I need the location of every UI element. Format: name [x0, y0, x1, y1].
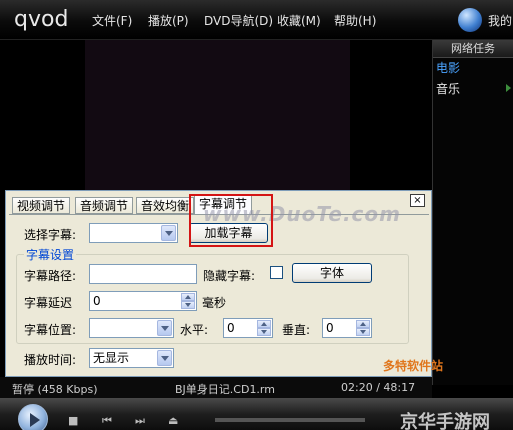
- chevron-down-icon[interactable]: [161, 225, 176, 241]
- file-name: BJ单身日记.CD1.rm: [175, 383, 275, 396]
- menu-bar: qvod 文件(F) 播放(P) DVD导航(D) 收藏(M) 帮助(H) 我的: [0, 0, 513, 40]
- vertical-stepper[interactable]: 0: [322, 318, 372, 338]
- subtitle-path-input[interactable]: [89, 264, 197, 284]
- play-button[interactable]: [18, 404, 48, 430]
- tab-video[interactable]: 视频调节: [12, 197, 71, 214]
- menu-help[interactable]: 帮助(H): [334, 12, 376, 29]
- playtime-value: 无显示: [93, 351, 130, 365]
- chevron-down-icon[interactable]: [157, 320, 172, 336]
- next-icon[interactable]: ⏭: [135, 414, 145, 428]
- stop-icon[interactable]: ■: [68, 414, 78, 427]
- horizontal-stepper[interactable]: 0: [223, 318, 273, 338]
- path-label: 字幕路径:: [24, 269, 77, 283]
- playtime-dropdown[interactable]: 无显示: [89, 348, 174, 368]
- expand-arrow-icon[interactable]: [506, 84, 511, 92]
- time-readout: 02:20 / 48:17: [341, 381, 416, 394]
- close-icon[interactable]: ×: [410, 194, 425, 207]
- chevron-down-icon[interactable]: [157, 350, 172, 366]
- playtime-label: 播放时间:: [24, 353, 77, 367]
- font-button[interactable]: 字体: [292, 263, 372, 283]
- delay-stepper[interactable]: 0: [89, 291, 197, 311]
- corner-watermark: 京华手游网: [400, 412, 490, 430]
- globe-icon[interactable]: [458, 8, 482, 32]
- status-bar: 暂停 (458 Kbps) BJ单身日记.CD1.rm 02:20 / 48:1…: [0, 377, 432, 398]
- position-label: 字幕位置:: [24, 323, 77, 337]
- tab-audio[interactable]: 音频调节: [75, 197, 134, 214]
- video-area[interactable]: [0, 40, 430, 190]
- menu-play[interactable]: 播放(P): [148, 12, 189, 29]
- subtitle-settings-dialog: 视频调节 音频调节 音效均衡 字幕调节 www.DuoTe.com × 选择字幕…: [5, 190, 432, 377]
- seek-bar[interactable]: [215, 418, 365, 422]
- horizontal-value: 0: [227, 321, 235, 335]
- menu-file[interactable]: 文件(F): [92, 12, 132, 29]
- highlight-box: [189, 194, 273, 247]
- menu-dvd[interactable]: DVD导航(D): [204, 12, 273, 29]
- group-title: 字幕设置: [24, 246, 77, 263]
- app-logo: qvod: [14, 7, 69, 32]
- tab-equalizer[interactable]: 音效均衡: [136, 197, 195, 214]
- vertical-spin[interactable]: [356, 320, 370, 336]
- my-account-link[interactable]: 我的: [488, 12, 512, 29]
- delay-value: 0: [93, 294, 101, 308]
- vertical-label: 垂直:: [282, 323, 311, 337]
- position-dropdown[interactable]: [89, 318, 174, 338]
- video-frame: [85, 40, 350, 190]
- delay-spin[interactable]: [181, 293, 195, 309]
- hide-subtitle-label: 隐藏字幕:: [203, 269, 256, 283]
- vertical-value: 0: [326, 321, 334, 335]
- playback-status: 暂停 (458 Kbps): [12, 383, 98, 396]
- select-subtitle-dropdown[interactable]: [89, 223, 178, 243]
- horizontal-label: 水平:: [180, 323, 209, 337]
- horizontal-spin[interactable]: [257, 320, 271, 336]
- panel-title: 网络任务: [433, 40, 513, 58]
- select-subtitle-label: 选择字幕:: [24, 228, 77, 242]
- hide-subtitle-checkbox[interactable]: [270, 266, 283, 279]
- previous-icon[interactable]: ⏮: [102, 414, 112, 428]
- network-task-panel: 网络任务 电影 音乐: [432, 40, 513, 385]
- eject-icon[interactable]: ⏏: [168, 414, 178, 427]
- side-item-music[interactable]: 音乐: [433, 79, 513, 100]
- delay-unit: 毫秒: [202, 296, 227, 310]
- duote-site-watermark: 多特软件站: [383, 359, 444, 373]
- side-item-movies[interactable]: 电影: [433, 58, 513, 79]
- menu-favorites[interactable]: 收藏(M): [277, 12, 321, 29]
- delay-label: 字幕延迟: [24, 296, 73, 310]
